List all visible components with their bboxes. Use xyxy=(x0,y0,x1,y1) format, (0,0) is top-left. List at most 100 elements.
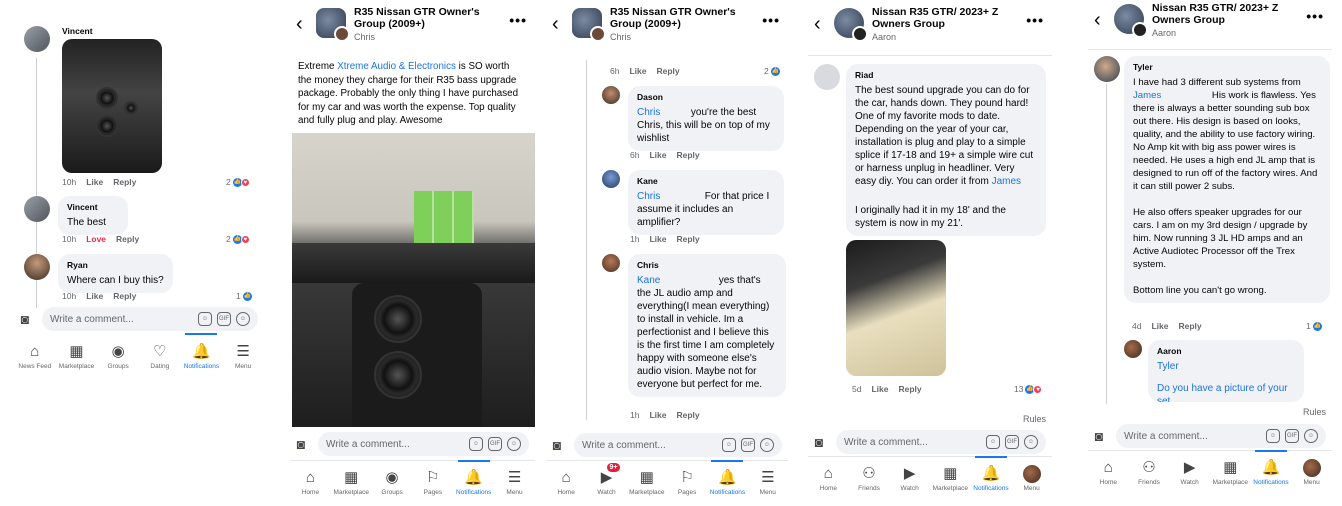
nav-dating[interactable]: ♡ Dating xyxy=(140,334,180,374)
gif-icon[interactable]: GIF xyxy=(741,438,755,452)
nav-friends[interactable]: ⚇ Friends xyxy=(1129,451,1169,490)
like-button[interactable]: Like xyxy=(86,177,103,187)
nav-marketplace[interactable]: ▦ Marketplace xyxy=(930,457,970,496)
nav-home[interactable]: ⌂ Home xyxy=(1088,451,1128,490)
nav-menu[interactable]: ☰ Menu xyxy=(223,334,263,374)
group-avatar[interactable] xyxy=(572,8,606,42)
avatar[interactable] xyxy=(24,196,50,222)
avatar[interactable] xyxy=(1124,340,1142,358)
reply-button[interactable]: Reply xyxy=(676,150,699,160)
love-button[interactable]: Love xyxy=(86,234,106,244)
comment-author[interactable]: Vincent xyxy=(62,26,162,36)
reaction-count[interactable]: 2 👍 ♥ xyxy=(226,234,250,244)
avatar[interactable] xyxy=(602,254,620,272)
rules-link[interactable]: Rules xyxy=(1023,414,1046,424)
avatar[interactable] xyxy=(1094,56,1120,82)
back-arrow-icon[interactable]: ‹ xyxy=(808,14,830,34)
nav-news-feed[interactable]: ⌂ News Feed xyxy=(15,334,55,374)
post-photo[interactable] xyxy=(292,133,535,427)
post-author[interactable]: Chris xyxy=(354,32,509,42)
comment-author[interactable]: Chris xyxy=(637,259,777,272)
reply-button[interactable]: Reply xyxy=(113,291,136,301)
sticker-icon[interactable]: ☺ xyxy=(1266,429,1280,443)
emoji-icon[interactable]: ☺ xyxy=(760,438,774,452)
nav-menu[interactable]: Menu xyxy=(1292,451,1332,490)
back-arrow-icon[interactable]: ‹ xyxy=(290,14,312,34)
post-author[interactable]: Aaron xyxy=(1152,28,1306,38)
like-button[interactable]: Like xyxy=(86,291,103,301)
group-title[interactable]: Nissan R35 GTR/ 2023+ Z Owners Group xyxy=(872,6,1026,30)
mention-link[interactable]: Chris xyxy=(637,191,660,202)
avatar[interactable] xyxy=(24,26,50,52)
comment-input[interactable]: Write a comment... ☺ GIF ☺ xyxy=(318,432,529,456)
comment-photo[interactable] xyxy=(62,39,162,173)
reaction-count[interactable]: 13 👍 ♥ xyxy=(1014,384,1043,394)
reply-button[interactable]: Reply xyxy=(676,410,699,420)
comment-author[interactable]: Aaron xyxy=(1157,345,1295,358)
more-options-icon[interactable]: ••• xyxy=(762,12,788,28)
nav-menu[interactable]: ☰ Menu xyxy=(495,461,535,500)
emoji-icon[interactable]: ☺ xyxy=(1304,429,1318,443)
emoji-icon[interactable]: ☺ xyxy=(236,312,250,326)
nav-watch[interactable]: ▶ 9+ Watch xyxy=(586,461,626,500)
reaction-count[interactable]: 1 👍 xyxy=(236,291,252,301)
nav-marketplace[interactable]: ▦ Marketplace xyxy=(627,461,667,500)
reply-button[interactable]: Reply xyxy=(676,234,699,244)
more-options-icon[interactable]: ••• xyxy=(509,12,535,28)
group-title[interactable]: R35 Nissan GTR Owner's Group (2009+) xyxy=(354,6,509,30)
camera-icon[interactable]: ◙ xyxy=(14,311,36,327)
nav-notifications[interactable]: 🔔 Notifications xyxy=(181,333,221,374)
comment-input[interactable]: Write a comment... ☺ GIF ☺ xyxy=(42,307,258,331)
post-author[interactable]: Aaron xyxy=(872,32,1026,42)
comment-photo[interactable] xyxy=(846,240,946,376)
group-avatar[interactable] xyxy=(834,8,868,42)
nav-watch[interactable]: ▶ Watch xyxy=(890,457,930,496)
mention-link[interactable]: Chris xyxy=(637,107,660,118)
reply-button[interactable]: Reply xyxy=(116,234,139,244)
gif-icon[interactable]: GIF xyxy=(488,437,502,451)
like-button[interactable]: Like xyxy=(871,384,888,394)
mention-link[interactable]: James xyxy=(1133,90,1161,101)
nav-notifications[interactable]: 🔔 Notifications xyxy=(454,460,494,500)
camera-icon[interactable]: ◙ xyxy=(546,437,568,453)
sticker-icon[interactable]: ☺ xyxy=(469,437,483,451)
mention-link[interactable]: James xyxy=(992,176,1021,187)
comment-input[interactable]: Write a comment... ☺ GIF ☺ xyxy=(836,430,1046,454)
gif-icon[interactable]: GIF xyxy=(1285,429,1299,443)
business-link[interactable]: Xtreme Audio & Electronics xyxy=(337,61,456,72)
sticker-icon[interactable]: ☺ xyxy=(986,435,1000,449)
group-avatar[interactable] xyxy=(1114,4,1148,38)
nav-menu[interactable]: Menu xyxy=(1012,457,1052,496)
nav-notifications[interactable]: 🔔 Notifications xyxy=(1251,450,1291,490)
comment-author[interactable]: Riad xyxy=(855,69,1037,82)
mention-link[interactable]: Tyler xyxy=(1157,360,1295,373)
reply-button[interactable]: Reply xyxy=(656,66,679,76)
nav-marketplace[interactable]: ▦ Marketplace xyxy=(56,334,96,374)
reaction-count[interactable]: 2 👍 ♥ xyxy=(226,177,250,187)
more-options-icon[interactable]: ••• xyxy=(1306,8,1332,24)
comment-author[interactable]: Vincent xyxy=(67,201,119,214)
emoji-icon[interactable]: ☺ xyxy=(507,437,521,451)
avatar[interactable] xyxy=(602,86,620,104)
nav-notifications[interactable]: 🔔 Notifications xyxy=(971,456,1011,496)
like-button[interactable]: Like xyxy=(629,66,646,76)
nav-marketplace[interactable]: ▦ Marketplace xyxy=(1210,451,1250,490)
nav-home[interactable]: ⌂ Home xyxy=(808,457,848,496)
like-button[interactable]: Like xyxy=(649,234,666,244)
avatar[interactable] xyxy=(24,254,50,280)
nav-groups[interactable]: ◉ Groups xyxy=(372,461,412,500)
rules-link[interactable]: Rules xyxy=(1303,407,1326,417)
more-options-icon[interactable]: ••• xyxy=(1026,12,1052,28)
comment-author[interactable]: Kane xyxy=(637,175,775,188)
nav-watch[interactable]: ▶ Watch xyxy=(1170,451,1210,490)
like-button[interactable]: Like xyxy=(649,150,666,160)
group-title[interactable]: R35 Nissan GTR Owner's Group (2009+) xyxy=(610,6,762,30)
sticker-icon[interactable]: ☺ xyxy=(722,438,736,452)
nav-home[interactable]: ⌂ Home xyxy=(546,461,586,500)
comment-author[interactable]: Tyler xyxy=(1133,61,1321,74)
nav-marketplace[interactable]: ▦ Marketplace xyxy=(331,461,371,500)
nav-notifications[interactable]: 🔔 Notifications xyxy=(707,460,747,500)
avatar[interactable] xyxy=(814,64,840,90)
comment-input[interactable]: Write a comment... ☺ GIF ☺ xyxy=(1116,424,1326,448)
group-title[interactable]: Nissan R35 GTR/ 2023+ Z Owners Group xyxy=(1152,2,1306,26)
